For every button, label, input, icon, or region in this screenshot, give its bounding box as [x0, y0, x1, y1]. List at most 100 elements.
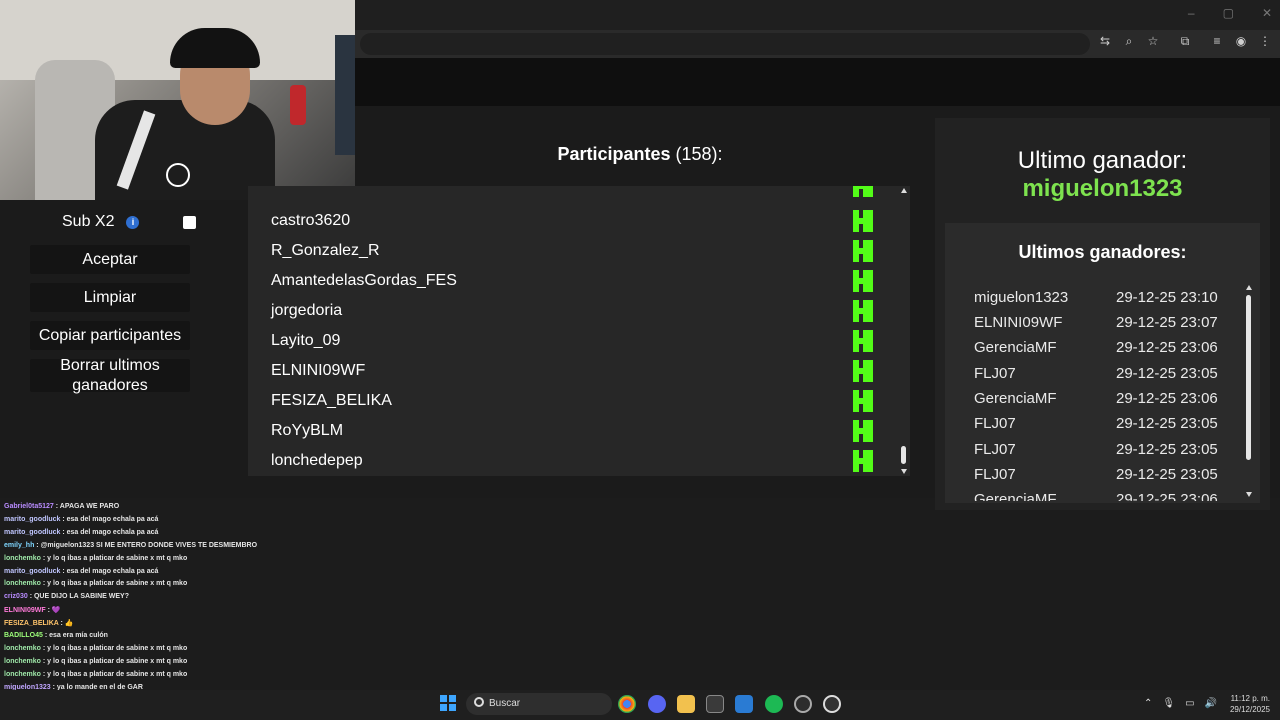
- kick-icon: [853, 450, 873, 472]
- scroll-down-icon[interactable]: [1246, 492, 1252, 497]
- participant-row: AmantedelasGordas_FES: [248, 267, 888, 297]
- kick-icon: [853, 210, 873, 232]
- participant-name: R_Gonzalez_R: [271, 242, 380, 259]
- window-controls: – ▢ ✕: [1188, 6, 1272, 20]
- mail-icon[interactable]: [735, 695, 753, 713]
- participants-list[interactable]: castro3620 R_Gonzalez_R AmantedelasGorda…: [248, 186, 910, 476]
- scroll-up-icon[interactable]: [901, 188, 907, 193]
- chat-message: marito_goodluck : esa del mago echala pa…: [4, 516, 158, 529]
- participant-row: Layito_09: [248, 327, 888, 357]
- winner-history-date: 29-12-25 23:05: [1116, 415, 1218, 432]
- winners-history-title: Ultimos ganadores:: [1018, 242, 1187, 262]
- chat-text: : y lo q ibas a platicar de sabine x mt …: [40, 554, 188, 562]
- chat-message: marito_goodluck : esa del mago echala pa…: [4, 568, 158, 581]
- kick-icon: [853, 390, 873, 412]
- participant-row: castro3620: [248, 207, 888, 237]
- menu-icon[interactable]: ⋮: [1258, 34, 1272, 49]
- accept-button[interactable]: Aceptar: [30, 245, 190, 274]
- scroll-up-icon[interactable]: [1246, 285, 1252, 290]
- chat-text: : esa era mía culón: [42, 632, 108, 639]
- winner-history-name: FLJ07: [974, 441, 1016, 458]
- chat-text: : @miguelon1323 SI ME ENTERO DONDE VIVES…: [34, 541, 258, 549]
- webcam-overlay: [0, 0, 355, 200]
- minimize-icon[interactable]: –: [1188, 6, 1195, 20]
- chat-text: : y lo q ibas a platicar de sabine x mt …: [40, 580, 188, 588]
- winner-history-row: GerenciaMF 29-12-25 23:06: [974, 390, 1224, 410]
- profile-icon[interactable]: ◉: [1234, 34, 1248, 49]
- participant-name: Layito_09: [271, 332, 341, 349]
- extensions-icon[interactable]: ⧉: [1178, 34, 1192, 49]
- info-icon[interactable]: i: [126, 215, 140, 229]
- participant-row: FESIZA_BELIKA: [248, 387, 888, 417]
- file-explorer-icon[interactable]: [677, 695, 695, 713]
- chat-text: : APAGA WE PARO: [53, 503, 120, 510]
- taskbar-search[interactable]: [466, 693, 612, 715]
- discord-icon[interactable]: [648, 695, 666, 713]
- scroll-down-icon[interactable]: [901, 469, 907, 474]
- chat-text: : esa del mago echala pa acá: [60, 528, 159, 536]
- chat-username: criz030: [4, 593, 28, 601]
- app-icon[interactable]: [794, 695, 812, 713]
- chat-message: FESIZA_BELIKA : 👍: [4, 619, 74, 632]
- chat-message: lonchemko : y lo q ibas a platicar de sa…: [4, 645, 187, 658]
- chat-message: marito_goodluck : esa del mago echala pa…: [4, 529, 158, 542]
- zoom-icon[interactable]: ⌕: [1122, 34, 1136, 49]
- copy-participants-button[interactable]: Copiar participantes: [30, 321, 190, 350]
- last-winner-label: Ultimo ganador:: [1017, 147, 1188, 174]
- scroll-thumb[interactable]: [901, 446, 906, 464]
- participants-label: Participantes: [557, 144, 671, 164]
- sub-x2-checkbox[interactable]: [183, 215, 197, 229]
- participant-name: ELNINI09WF: [271, 362, 366, 379]
- clock-date[interactable]: 29/12/2025: [1220, 705, 1270, 714]
- translate-icon[interactable]: ⇆: [1098, 34, 1112, 49]
- winner-history-name: ELNINI09WF: [974, 314, 1063, 331]
- windows-start-icon[interactable]: [440, 695, 456, 711]
- reading-list-icon[interactable]: ≡: [1210, 34, 1224, 49]
- participant-name: AmantedelasGordas_FES: [271, 272, 457, 289]
- winner-history-row-partial: GerenciaMF 29-12-25 23:06: [974, 491, 1224, 501]
- participant-name: RoYyBLM: [271, 422, 344, 439]
- participant-row: ELNINI09WF: [248, 357, 888, 387]
- chat-username: FESIZA_BELIKA: [4, 620, 59, 628]
- chevron-up-icon[interactable]: ⌃: [1144, 698, 1152, 709]
- chat-message: emily_hh : @miguelon1323 SI ME ENTERO DO…: [4, 542, 257, 555]
- winner-history-name: GerenciaMF: [974, 390, 1057, 407]
- winner-history-name: miguelon1323: [974, 289, 1069, 306]
- store-icon[interactable]: [706, 695, 724, 713]
- winner-history-row: GerenciaMF 29-12-25 23:06: [974, 339, 1224, 359]
- network-icon[interactable]: ▭: [1185, 698, 1194, 709]
- chat-username: marito_goodluck: [4, 567, 61, 575]
- winner-history-date: 29-12-25 23:10: [1116, 289, 1218, 306]
- delete-last-winners-button[interactable]: Borrar ultimos ganadores: [30, 357, 190, 394]
- chat-text: : esa del mago echala pa acá: [60, 515, 159, 523]
- star-icon[interactable]: ☆: [1146, 34, 1160, 49]
- clock-time[interactable]: 11:12 p. m.: [1220, 694, 1270, 703]
- participant-row: lonchedepep: [248, 447, 888, 476]
- volume-icon[interactable]: 🔊: [1205, 698, 1217, 709]
- participant-name: jorgedoria: [271, 302, 343, 319]
- chat-text: : y lo q ibas a platicar de sabine x mt …: [40, 670, 188, 678]
- microphone-icon[interactable]: 🎙: [1162, 698, 1175, 709]
- address-bar[interactable]: [360, 33, 1090, 55]
- spotify-icon[interactable]: [765, 695, 783, 713]
- winners-history-box: [945, 223, 1260, 503]
- obs-icon[interactable]: [823, 695, 841, 713]
- winner-history-name: FLJ07: [974, 466, 1016, 483]
- chat-text: : y lo q ibas a platicar de sabine x mt …: [40, 657, 188, 665]
- participants-scrollbar[interactable]: [898, 186, 910, 476]
- chrome-icon[interactable]: [618, 695, 636, 713]
- sub-x2-row: Sub X2 i: [30, 207, 200, 237]
- chat-username: BADILLO45: [4, 632, 43, 639]
- chat-message: BADILLO45 : esa era mía culón: [4, 632, 108, 645]
- search-icon: [474, 697, 484, 707]
- maximize-icon[interactable]: ▢: [1223, 6, 1234, 20]
- scroll-thumb[interactable]: [1246, 295, 1251, 460]
- clear-button[interactable]: Limpiar: [30, 283, 190, 312]
- winner-history-name: FLJ07: [974, 415, 1016, 432]
- winner-history-name: FLJ07: [974, 365, 1016, 382]
- kick-icon: [853, 300, 873, 322]
- close-icon[interactable]: ✕: [1262, 6, 1272, 20]
- participants-title: Participantes (158):: [360, 144, 920, 165]
- participant-row-partial: [248, 186, 888, 202]
- winners-scrollbar[interactable]: [1243, 285, 1255, 500]
